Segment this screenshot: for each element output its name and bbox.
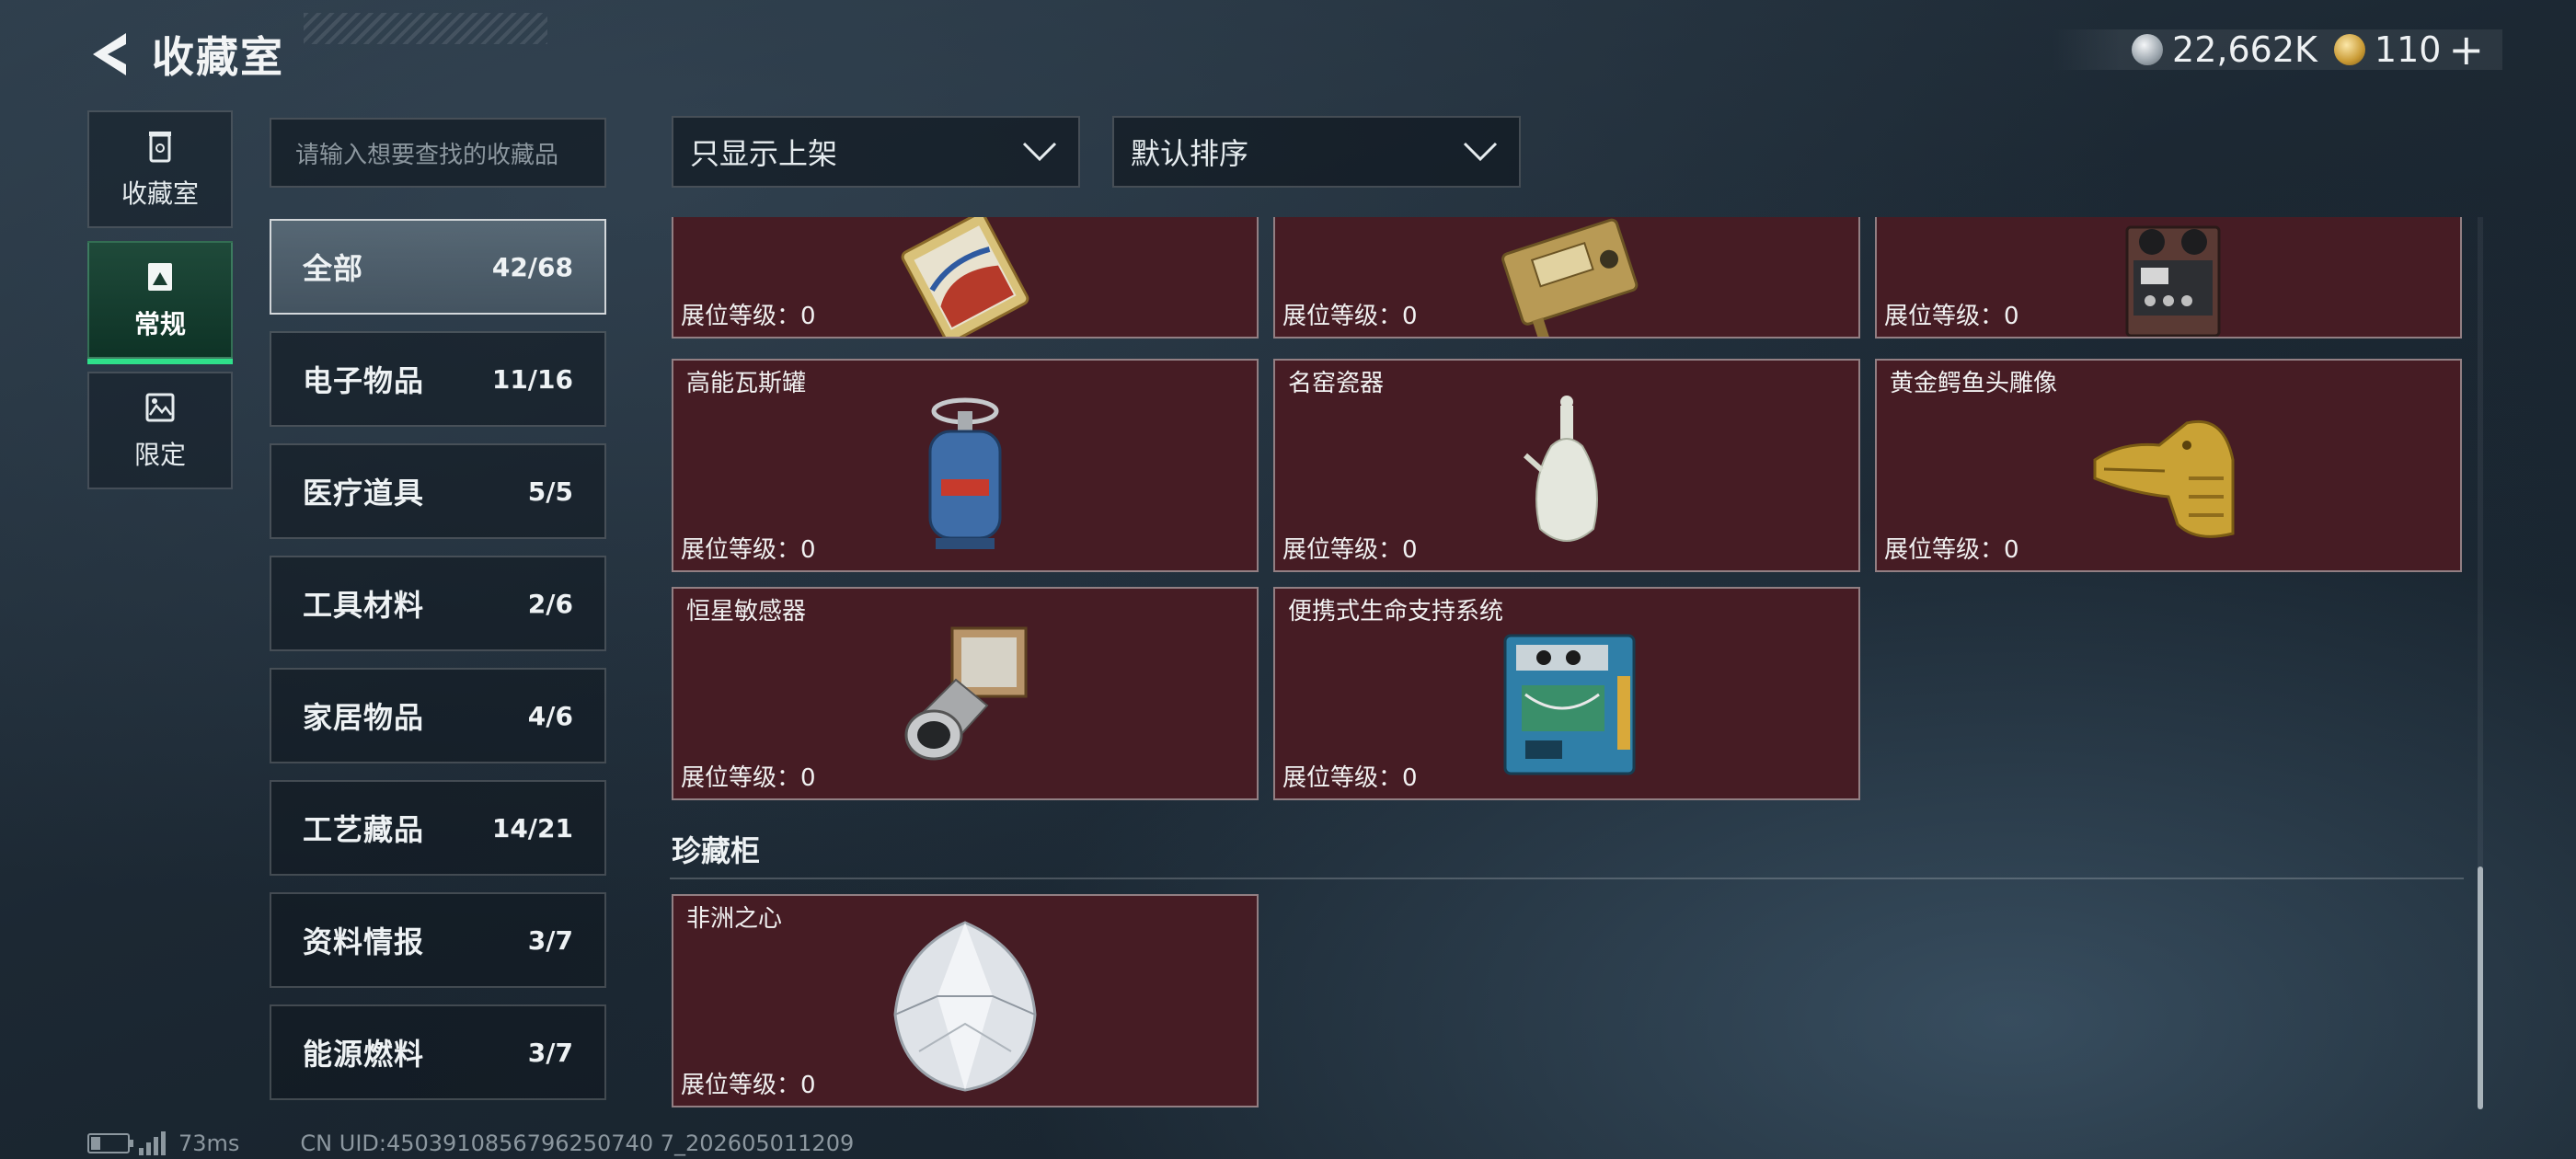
star-sensor-art (904, 626, 1028, 761)
porcelain-vase-art (1524, 396, 1598, 542)
category-household[interactable]: 家居物品 4/6 (270, 668, 606, 763)
nav-label: 常规 (133, 309, 186, 339)
card-name: 非洲之心 (686, 905, 783, 933)
gas-canister-art (928, 397, 1002, 550)
sort-dropdown[interactable]: 默认排序 (1112, 116, 1521, 188)
silver-coin-amount: 22,662K (2172, 29, 2317, 70)
collection-card[interactable]: 展位等级：0 (1273, 217, 1860, 339)
category-fuel[interactable]: 能源燃料 3/7 (270, 1004, 606, 1100)
nav-label: 限定 (133, 440, 186, 470)
collection-card[interactable]: 展位等级：0 (672, 217, 1259, 339)
gold-crocodile-art (2093, 419, 2235, 538)
section-divider (670, 878, 2464, 879)
ping-value: 73ms (178, 1130, 240, 1156)
display-filter-value: 只显示上架 (690, 136, 838, 171)
category-count: 42/68 (491, 251, 573, 282)
card-name: 恒星敏感器 (686, 598, 807, 625)
cabinet-section-title: 珍藏柜 (672, 833, 761, 868)
nav-label: 收藏室 (121, 178, 199, 209)
category-list: 全部 42/68 电子物品 11/16 医疗道具 5/5 工具材料 2/6 家居… (270, 219, 606, 1117)
title-decoration (304, 13, 547, 44)
scrollbar[interactable] (2478, 217, 2483, 1109)
status-footer: 73ms CN UID:4503910856796250740 7_202605… (87, 1130, 854, 1157)
category-count: 11/16 (491, 363, 573, 395)
category-name: 全部 (303, 251, 364, 286)
card-level: 展位等级：0 (1884, 536, 2019, 564)
category-electronics[interactable]: 电子物品 11/16 (270, 331, 606, 427)
search-input[interactable]: 请输入想要查找的收藏品 (270, 118, 606, 188)
category-count: 4/6 (527, 700, 573, 731)
category-name: 医疗道具 (303, 476, 425, 511)
side-nav: 收藏室 常规 限定 (87, 110, 233, 502)
trash-bin-icon (149, 132, 171, 163)
category-count: 5/5 (527, 476, 573, 507)
gold-coin-amount: 110 (2374, 29, 2442, 70)
gold-device-art (1501, 218, 1639, 337)
card-level: 展位等级：0 (1282, 764, 1418, 792)
collection-card[interactable]: 黄金鳄鱼头雕像 展位等级：0 (1875, 359, 2462, 572)
collection-card[interactable]: 便携式生命支持系统 展位等级：0 (1273, 587, 1860, 800)
reel-recorder-art (2125, 225, 2221, 337)
ornate-card-art (901, 217, 1029, 337)
collection-card[interactable]: 展位等级：0 (1875, 217, 2462, 339)
back-arrow-icon[interactable] (87, 29, 132, 79)
nav-item-regular[interactable]: 常规 (87, 241, 233, 364)
category-name: 工艺藏品 (303, 812, 425, 847)
page-title: 收藏室 (152, 32, 284, 82)
add-currency-icon[interactable]: + (2448, 29, 2484, 71)
category-name: 工具材料 (303, 588, 425, 623)
category-count: 14/21 (491, 812, 573, 843)
picture-icon (145, 393, 175, 422)
chevron-down-icon (1022, 142, 1057, 162)
collection-grid: 展位等级：0 展位等级：0 展位等级：0 高能瓦斯罐 展位等级：0 名窑瓷器 展… (670, 217, 2473, 1109)
category-medical[interactable]: 医疗道具 5/5 (270, 443, 606, 539)
uid-text: CN UID:4503910856796250740 7_20260501120… (300, 1130, 855, 1156)
nav-item-collection-room[interactable]: 收藏室 (87, 110, 233, 228)
category-intel[interactable]: 资料情报 3/7 (270, 892, 606, 988)
display-filter-dropdown[interactable]: 只显示上架 (672, 116, 1080, 188)
category-name: 电子物品 (303, 363, 425, 398)
category-count: 3/7 (527, 1037, 573, 1068)
category-name: 资料情报 (303, 924, 425, 959)
category-count: 2/6 (527, 588, 573, 619)
card-level: 展位等级：0 (681, 764, 816, 792)
category-all[interactable]: 全部 42/68 (270, 219, 606, 315)
currency-bar: 22,662K 110 + (2052, 29, 2502, 71)
nav-item-limited[interactable]: 限定 (87, 372, 233, 489)
collection-card[interactable]: 高能瓦斯罐 展位等级：0 (672, 359, 1259, 572)
card-level: 展位等级：0 (681, 303, 816, 330)
category-count: 3/7 (527, 924, 573, 956)
card-level: 展位等级：0 (1884, 303, 2019, 330)
battery-icon (87, 1133, 133, 1153)
category-name: 家居物品 (303, 700, 425, 735)
signal-icon (139, 1131, 166, 1155)
card-name: 名窑瓷器 (1288, 370, 1385, 397)
category-name: 能源燃料 (303, 1037, 425, 1072)
card-level: 展位等级：0 (1282, 303, 1418, 330)
cabinet-card[interactable]: 非洲之心 展位等级：0 (672, 894, 1259, 1107)
chevron-down-icon (1463, 142, 1498, 162)
category-crafts[interactable]: 工艺藏品 14/21 (270, 780, 606, 876)
sort-value: 默认排序 (1131, 136, 1249, 171)
life-support-art (1503, 634, 1636, 775)
photo-frame-icon (148, 263, 172, 291)
card-name: 黄金鳄鱼头雕像 (1890, 370, 2058, 397)
card-name: 高能瓦斯罐 (686, 370, 807, 397)
scroll-thumb[interactable] (2478, 866, 2483, 1109)
diamond-art (893, 920, 1037, 1092)
collection-card[interactable]: 恒星敏感器 展位等级：0 (672, 587, 1259, 800)
header: 收藏室 (87, 26, 284, 83)
card-name: 便携式生命支持系统 (1288, 598, 1504, 625)
category-tools[interactable]: 工具材料 2/6 (270, 556, 606, 651)
silver-coin-icon (2132, 34, 2164, 65)
card-level: 展位等级：0 (681, 1072, 816, 1099)
gold-coin-icon (2333, 34, 2365, 65)
card-level: 展位等级：0 (681, 536, 816, 564)
collection-card[interactable]: 名窑瓷器 展位等级：0 (1273, 359, 1860, 572)
search-placeholder: 请输入想要查找的收藏品 (295, 141, 559, 169)
card-level: 展位等级：0 (1282, 536, 1418, 564)
